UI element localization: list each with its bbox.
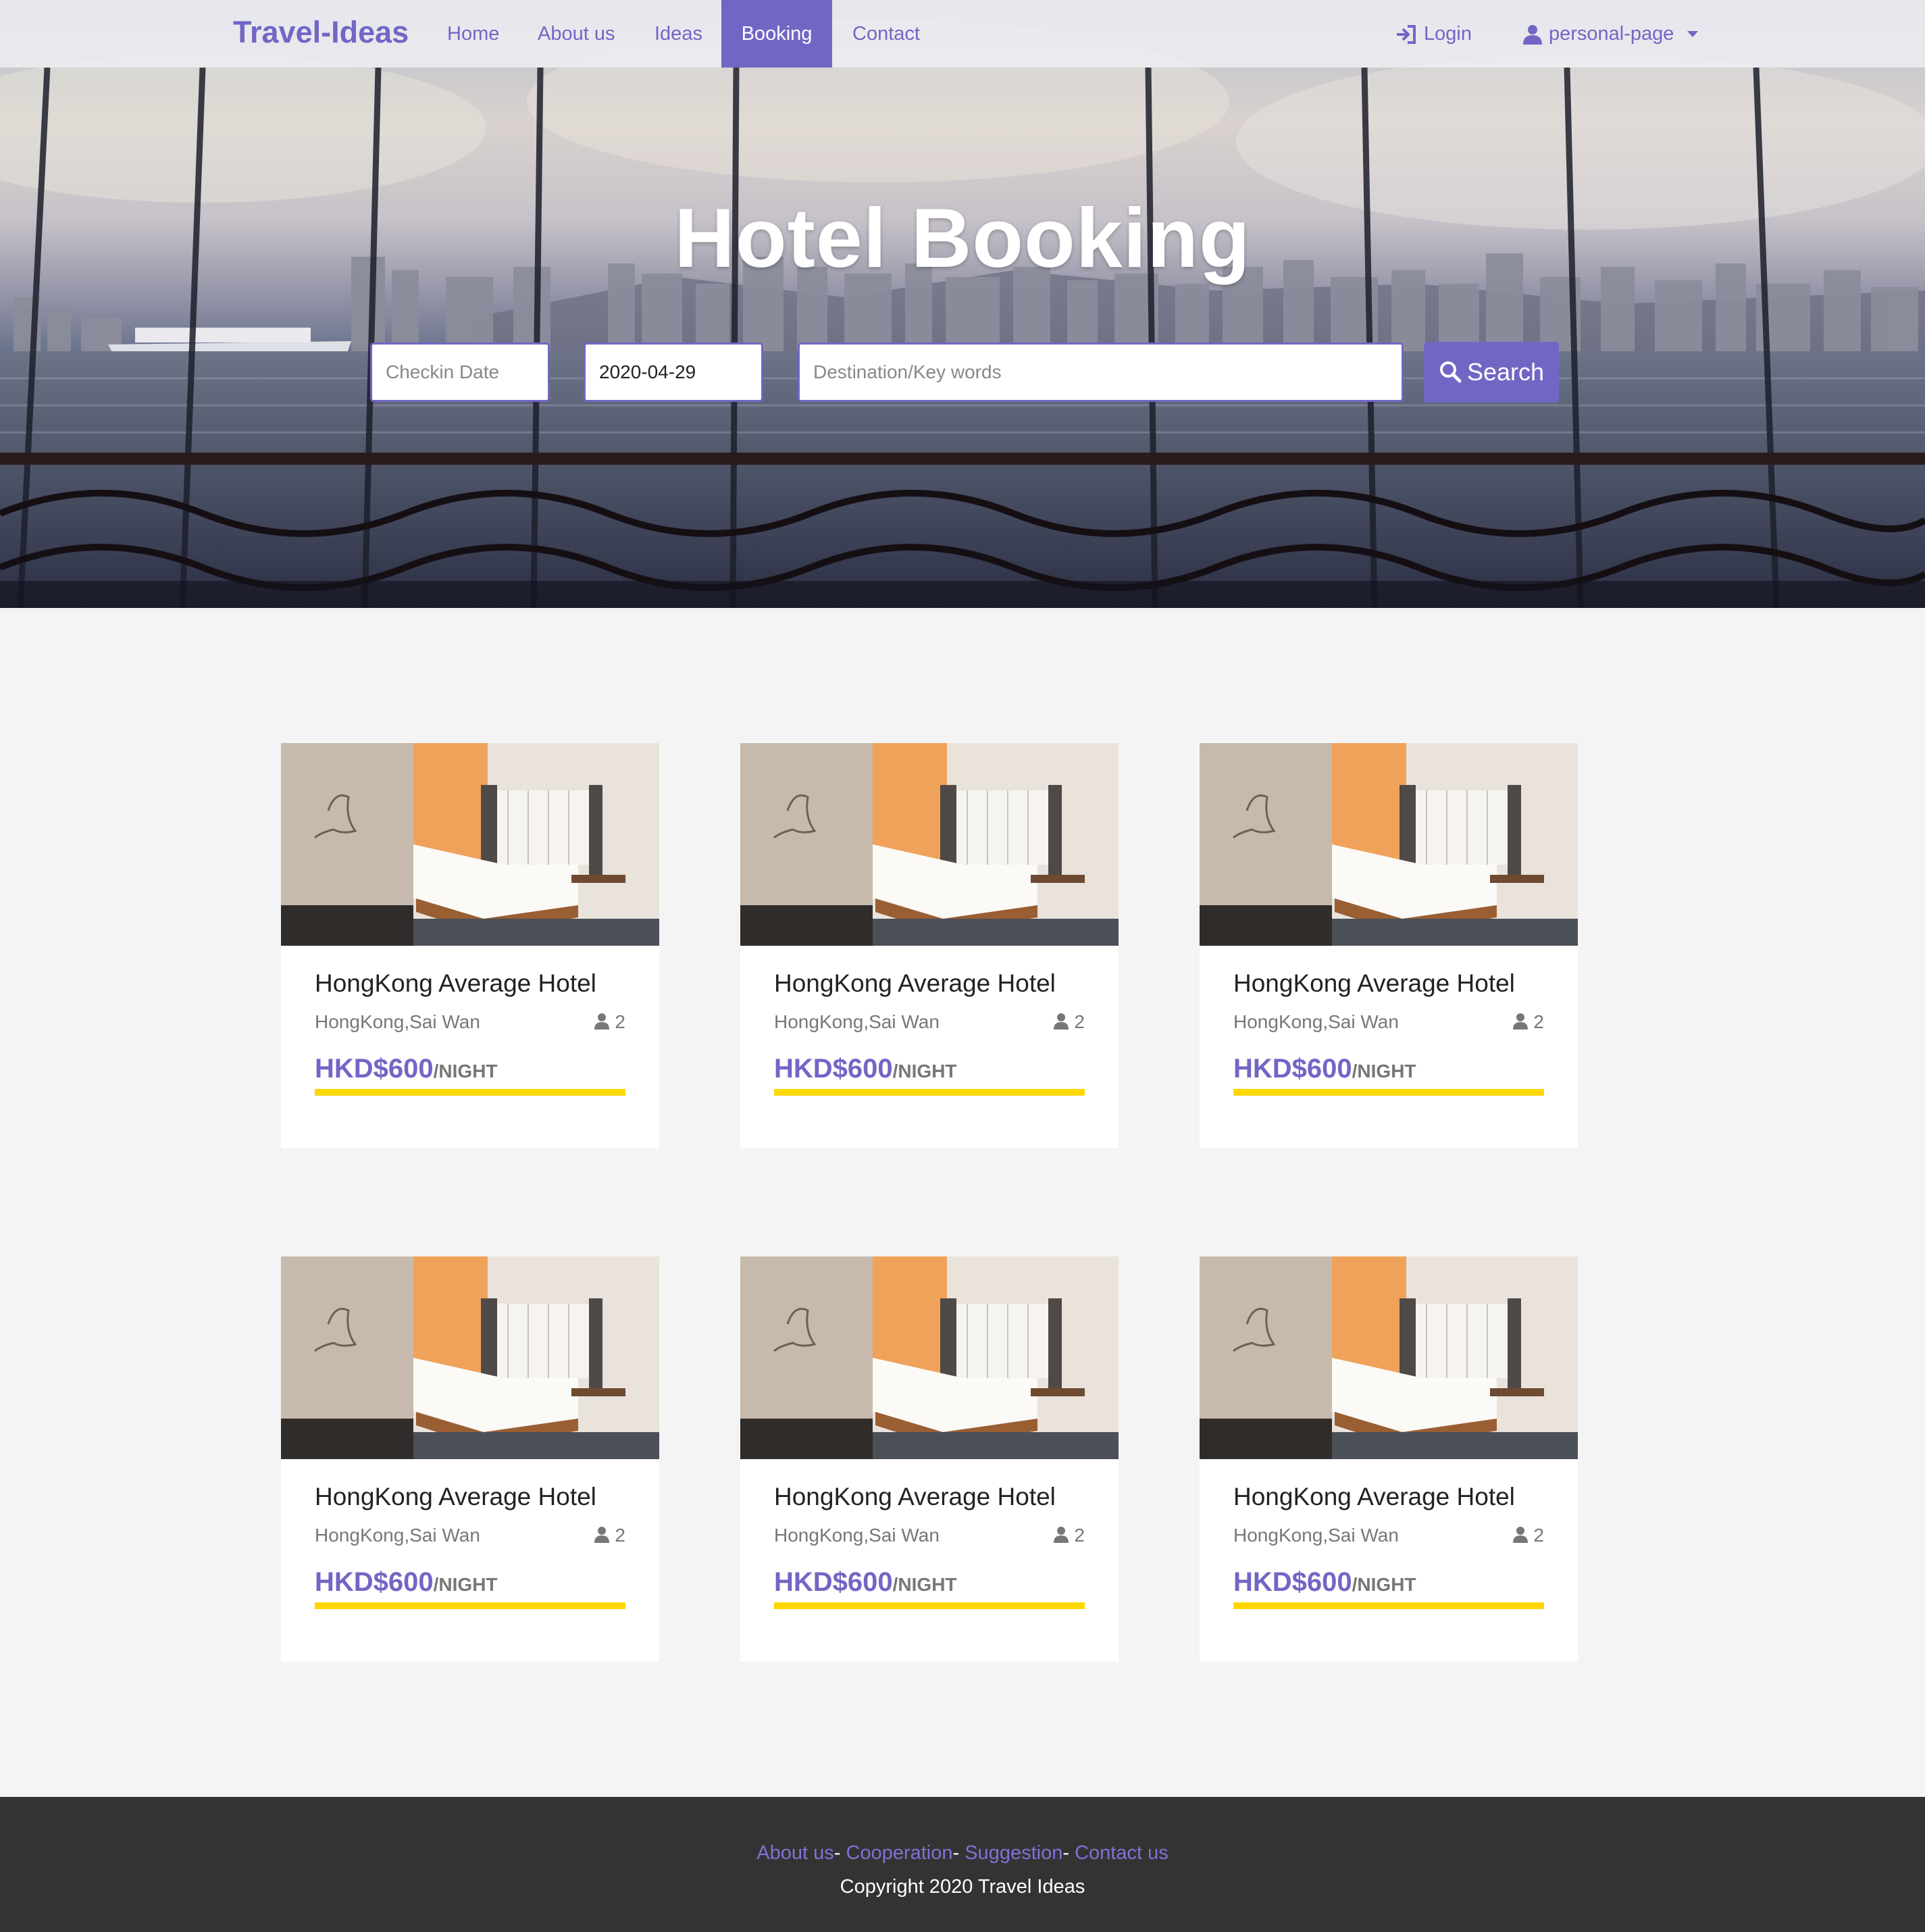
price-unit: /NIGHT: [433, 1574, 498, 1595]
user-icon: [1513, 1013, 1529, 1030]
footer-separator: -: [952, 1842, 960, 1864]
hotel-name[interactable]: HongKong Average Hotel: [315, 1483, 596, 1511]
hotel-location: HongKong,Sai Wan: [774, 1011, 940, 1032]
sign-in-icon: [1397, 25, 1416, 45]
price-unit: /NIGHT: [433, 1061, 498, 1082]
nav-contact[interactable]: Contact: [852, 0, 920, 68]
nav-about-us[interactable]: About us: [538, 0, 615, 68]
hotel-location: HongKong,Sai Wan: [1233, 1525, 1399, 1546]
personal-page-label: personal-page: [1549, 23, 1674, 45]
hotel-price: HKD$600/NIGHT: [774, 1054, 957, 1084]
hotel-location: HongKong,Sai Wan: [1233, 1011, 1399, 1032]
nav-home[interactable]: Home: [447, 0, 499, 68]
nav-booking[interactable]: Booking: [721, 0, 832, 68]
hotel-location: HongKong,Sai Wan: [774, 1525, 940, 1546]
hotel-location: HongKong,Sai Wan: [315, 1011, 480, 1032]
guest-capacity: 2: [1513, 1525, 1544, 1546]
user-icon: [594, 1527, 610, 1544]
guest-count: 2: [1074, 1525, 1085, 1546]
hotel-room-image[interactable]: [1200, 1256, 1578, 1459]
price-amount: HKD$600: [1233, 1054, 1352, 1084]
guest-capacity: 2: [1054, 1011, 1085, 1033]
price-underline: [774, 1602, 1085, 1609]
price-amount: HKD$600: [315, 1567, 434, 1597]
brand-logo[interactable]: Travel-Ideas: [233, 15, 409, 50]
price-unit: /NIGHT: [892, 1574, 957, 1595]
hotel-room-image[interactable]: [1200, 743, 1578, 946]
page-title: Hotel Booking: [674, 192, 1251, 285]
guest-count: 2: [615, 1011, 625, 1032]
user-icon: [1513, 1527, 1529, 1544]
hotel-card[interactable]: HongKong Average Hotel HongKong,Sai Wan …: [1200, 743, 1578, 1148]
login-label: Login: [1424, 23, 1472, 45]
guest-capacity: 2: [594, 1525, 625, 1546]
search-button[interactable]: Search: [1424, 342, 1559, 403]
checkin-date-input[interactable]: Checkin Date: [370, 342, 550, 402]
hotel-name[interactable]: HongKong Average Hotel: [315, 969, 596, 998]
user-icon: [1054, 1013, 1069, 1030]
caret-down-icon: [1687, 31, 1699, 38]
guest-capacity: 2: [1513, 1011, 1544, 1033]
hotel-price: HKD$600/NIGHT: [315, 1567, 498, 1598]
harbour-view-image: [0, 20, 1925, 608]
hotel-room-image[interactable]: [740, 1256, 1119, 1459]
price-underline: [1233, 1089, 1544, 1096]
price-amount: HKD$600: [774, 1567, 893, 1597]
footer-about-us-link[interactable]: About us: [756, 1842, 833, 1864]
footer-contact-us-link[interactable]: Contact us: [1075, 1842, 1169, 1864]
footer-separator: -: [833, 1842, 841, 1864]
price-unit: /NIGHT: [892, 1061, 957, 1082]
price-underline: [315, 1089, 625, 1096]
footer-separator: -: [1062, 1842, 1070, 1864]
destination-input[interactable]: Destination/Key words: [798, 342, 1404, 402]
footer: About us- Cooperation- Suggestion- Conta…: [0, 1797, 1925, 1932]
hero-banner: Hotel Booking Checkin Date 2020-04-29 De…: [0, 0, 1925, 608]
hotel-price: HKD$600/NIGHT: [1233, 1567, 1416, 1598]
price-amount: HKD$600: [774, 1054, 893, 1084]
price-amount: HKD$600: [1233, 1567, 1352, 1597]
checkout-date-input[interactable]: 2020-04-29: [584, 342, 763, 402]
hotel-card[interactable]: HongKong Average Hotel HongKong,Sai Wan …: [281, 1256, 659, 1662]
hotel-card[interactable]: HongKong Average Hotel HongKong,Sai Wan …: [740, 743, 1119, 1148]
user-icon: [1054, 1527, 1069, 1544]
guest-count: 2: [1074, 1011, 1085, 1032]
guest-capacity: 2: [1054, 1525, 1085, 1546]
search-icon: [1439, 361, 1462, 383]
hotel-room-image[interactable]: [281, 1256, 659, 1459]
hotel-room-image[interactable]: [740, 743, 1119, 946]
login-link[interactable]: Login: [1395, 0, 1472, 68]
guest-count: 2: [615, 1525, 625, 1546]
hotel-name[interactable]: HongKong Average Hotel: [774, 969, 1056, 998]
hotel-card[interactable]: HongKong Average Hotel HongKong,Sai Wan …: [1200, 1256, 1578, 1662]
footer-suggestion-link[interactable]: Suggestion: [965, 1842, 1062, 1864]
hotel-location: HongKong,Sai Wan: [315, 1525, 480, 1546]
footer-links: About us- Cooperation- Suggestion- Conta…: [0, 1842, 1925, 1864]
user-icon: [594, 1013, 610, 1030]
hotel-name[interactable]: HongKong Average Hotel: [1233, 969, 1515, 998]
hotel-room-image[interactable]: [281, 743, 659, 946]
guest-count: 2: [1533, 1525, 1544, 1546]
price-unit: /NIGHT: [1352, 1061, 1416, 1082]
hotel-price: HKD$600/NIGHT: [315, 1054, 498, 1084]
price-underline: [774, 1089, 1085, 1096]
top-navbar: Travel-Ideas Home About us Ideas Booking…: [0, 0, 1925, 68]
price-unit: /NIGHT: [1352, 1574, 1416, 1595]
personal-page-dropdown[interactable]: personal-page: [1523, 0, 1705, 68]
price-underline: [315, 1602, 625, 1609]
guest-count: 2: [1533, 1011, 1544, 1032]
hotel-price: HKD$600/NIGHT: [1233, 1054, 1416, 1084]
price-underline: [1233, 1602, 1544, 1609]
footer-cooperation-link[interactable]: Cooperation: [846, 1842, 952, 1864]
hotel-card[interactable]: HongKong Average Hotel HongKong,Sai Wan …: [281, 743, 659, 1148]
hotel-name[interactable]: HongKong Average Hotel: [1233, 1483, 1515, 1511]
nav-ideas[interactable]: Ideas: [654, 0, 702, 68]
search-button-label: Search: [1466, 358, 1545, 386]
guest-capacity: 2: [594, 1011, 625, 1033]
copyright-text: Copyright 2020 Travel Ideas: [840, 1876, 1085, 1898]
hotel-price: HKD$600/NIGHT: [774, 1567, 957, 1598]
user-icon: [1523, 25, 1542, 45]
hotel-card[interactable]: HongKong Average Hotel HongKong,Sai Wan …: [740, 1256, 1119, 1662]
hotel-name[interactable]: HongKong Average Hotel: [774, 1483, 1056, 1511]
price-amount: HKD$600: [315, 1054, 434, 1084]
